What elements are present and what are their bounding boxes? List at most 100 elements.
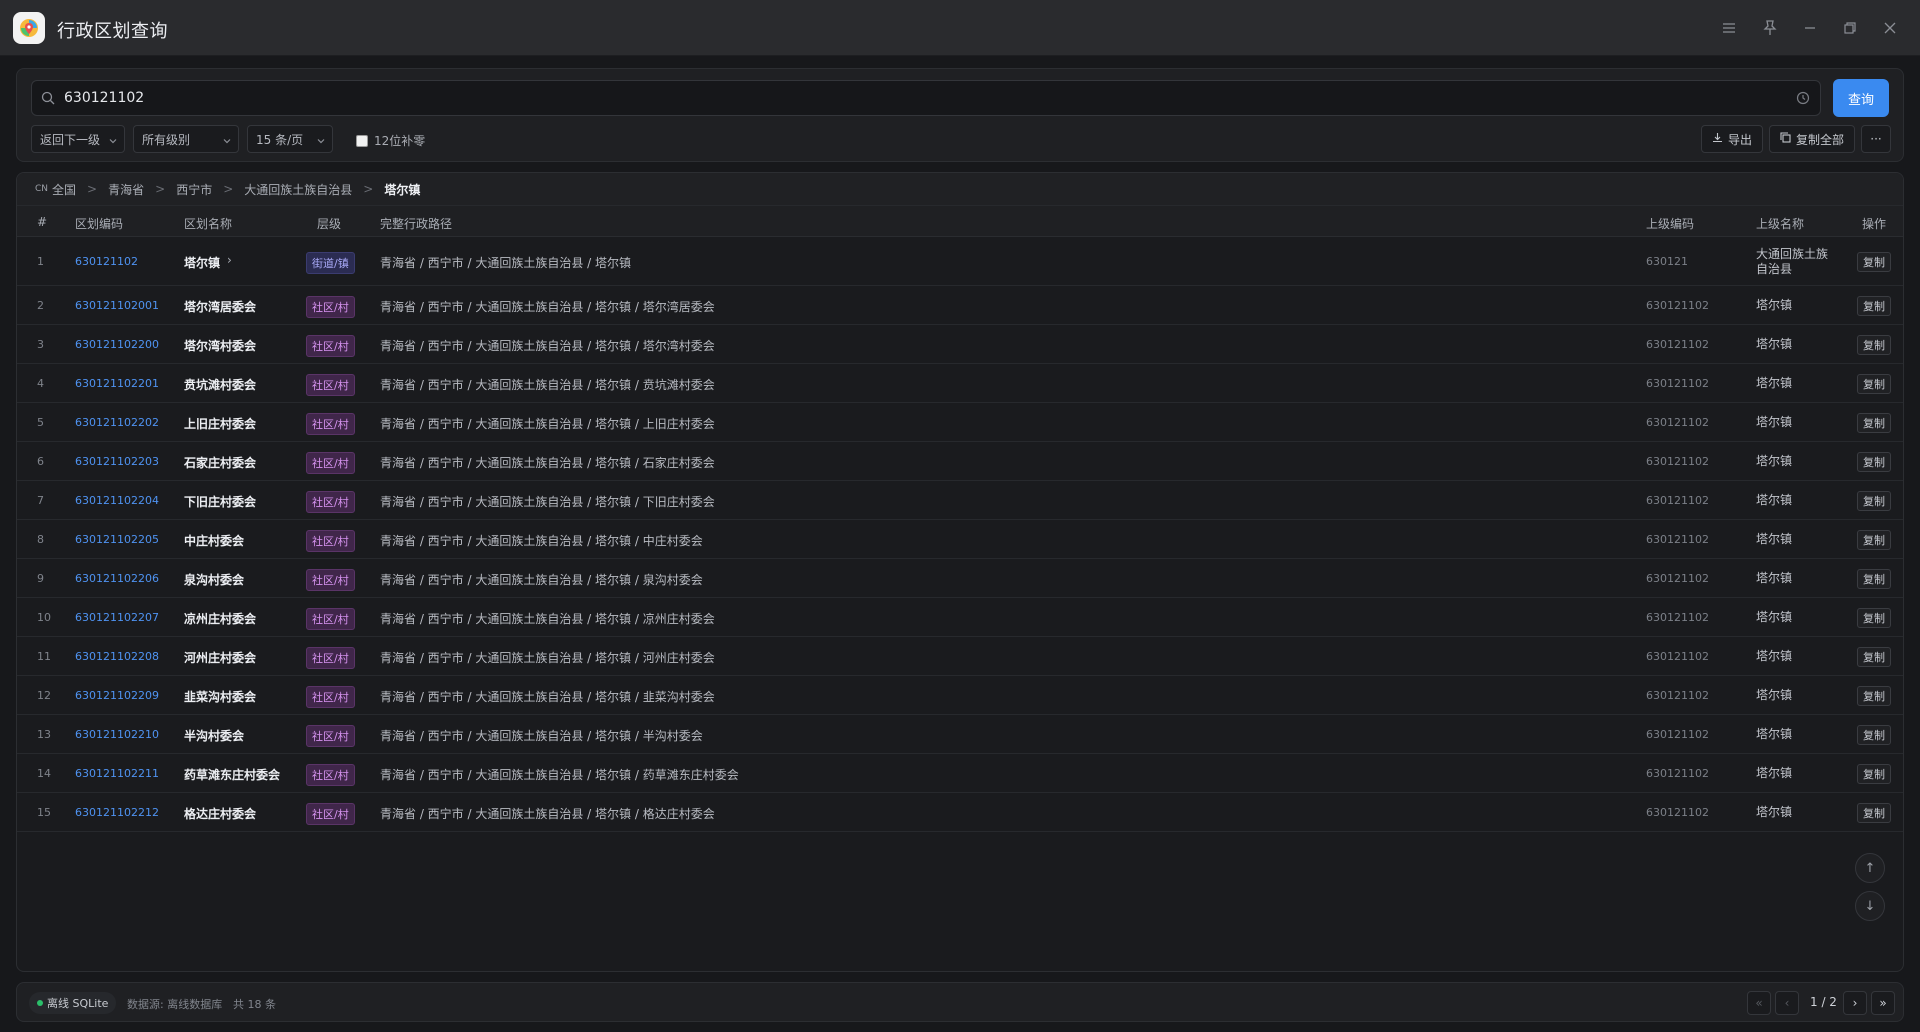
table-row[interactable]: 6 630121102203 石家庄村委会 社区/村 青海省 / 西宁市 / 大通回族土… [17, 442, 1903, 481]
breadcrumb-item-county[interactable]: 大通回族土族自治县 [244, 181, 352, 198]
level-badge: 社区/村 [306, 569, 355, 591]
more-options-button[interactable]: ··· [1861, 125, 1891, 153]
copy-row-button[interactable]: 复制 [1857, 647, 1891, 667]
table-row[interactable]: 2 630121102001 塔尔湾居委会 社区/村 青海省 / 西宁市 / 大通回族土… [17, 286, 1903, 325]
copy-row-button[interactable]: 复制 [1857, 374, 1891, 394]
chevron-right-icon[interactable]: › [227, 253, 232, 267]
search-input[interactable]: 630121102 [31, 80, 1821, 116]
full-path: 青海省 / 西宁市 / 大通回族土族自治县 / 塔尔镇 / 泉沟村委会 [380, 573, 703, 587]
copy-row-button[interactable]: 复制 [1857, 413, 1891, 433]
copy-row-button[interactable]: 复制 [1857, 452, 1891, 472]
breadcrumb-item-current: 塔尔镇 [384, 182, 421, 197]
breadcrumb-separator: > [87, 182, 98, 196]
scroll-top-button[interactable]: ↑ [1855, 853, 1885, 883]
row-index: 3 [37, 338, 44, 351]
chevron-right-icon: › [1852, 996, 1858, 1010]
page-size-select[interactable]: 15 条/页 [247, 125, 333, 153]
table-row[interactable]: 11 630121102208 河州庄村委会 社区/村 青海省 / 西宁市 / 大通回族… [17, 637, 1903, 676]
table-row[interactable]: 4 630121102201 贲坑滩村委会 社区/村 青海省 / 西宁市 / 大通回族土… [17, 364, 1903, 403]
minimize-icon[interactable] [1798, 16, 1822, 40]
history-icon[interactable] [1796, 91, 1810, 108]
parent-name: 大通回族土族自治县 [1756, 247, 1829, 276]
chevron-down-icon [317, 134, 325, 148]
region-code-link[interactable]: 630121102205 [75, 533, 159, 546]
table-row[interactable]: 15 630121102212 格达庄村委会 社区/村 青海省 / 西宁市 / 大通回族… [17, 793, 1903, 832]
copy-row-button[interactable]: 复制 [1857, 725, 1891, 745]
region-code-link[interactable]: 630121102204 [75, 494, 159, 507]
scroll-bottom-button[interactable]: ↓ [1855, 891, 1885, 921]
full-path: 青海省 / 西宁市 / 大通回族土族自治县 / 塔尔镇 / 上旧庄村委会 [380, 417, 715, 431]
table-row[interactable]: 5 630121102202 上旧庄村委会 社区/村 青海省 / 西宁市 / 大通回族土… [17, 403, 1903, 442]
table-row[interactable]: 8 630121102205 中庄村委会 社区/村 青海省 / 西宁市 / 大通回族土族… [17, 520, 1903, 559]
region-code-link[interactable]: 630121102207 [75, 611, 159, 624]
double-chevron-left-icon: « [1755, 996, 1763, 1010]
header-code[interactable]: 区划编码 [75, 215, 123, 232]
header-path: 完整行政路径 [380, 217, 453, 231]
table-row[interactable]: 14 630121102211 药草滩东庄村委会 社区/村 青海省 / 西宁市 / 大通… [17, 754, 1903, 793]
copy-row-button[interactable]: 复制 [1857, 335, 1891, 355]
header-parent-name[interactable]: 上级名称 [1756, 215, 1804, 232]
region-code-link[interactable]: 630121102210 [75, 728, 159, 741]
copy-row-button[interactable]: 复制 [1857, 803, 1891, 823]
region-code-link[interactable]: 630121102201 [75, 377, 159, 390]
copy-row-button[interactable]: 复制 [1857, 686, 1891, 706]
result-count-text: 共 18 条 [233, 998, 276, 1011]
back-level-label: 返回下一级 [40, 132, 101, 147]
level-filter-select[interactable]: 所有级别 [133, 125, 239, 153]
region-name: 药草滩东庄村委会 [184, 768, 281, 782]
region-code-link[interactable]: 630121102203 [75, 455, 159, 468]
copy-row-button[interactable]: 复制 [1857, 530, 1891, 550]
menu-icon[interactable] [1717, 16, 1741, 40]
region-code-link[interactable]: 630121102200 [75, 338, 159, 351]
header-parent-code[interactable]: 上级编码 [1646, 215, 1694, 232]
header-level[interactable]: 层级 [317, 215, 341, 232]
page-indicator: 1 / 2 [1810, 995, 1837, 1009]
breadcrumb-item-province[interactable]: 青海省 [108, 181, 144, 198]
region-code-link[interactable]: 630121102202 [75, 416, 159, 429]
region-code-link[interactable]: 630121102208 [75, 650, 159, 663]
breadcrumb-item-city[interactable]: 西宁市 [176, 181, 212, 198]
copy-row-button[interactable]: 复制 [1857, 764, 1891, 784]
parent-code: 630121102 [1646, 572, 1709, 585]
close-icon[interactable] [1878, 16, 1902, 40]
pad-zero-option[interactable]: 12位补零 [356, 132, 425, 149]
copy-row-button[interactable]: 复制 [1857, 569, 1891, 589]
parent-code: 630121102 [1646, 494, 1709, 507]
region-code-link[interactable]: 630121102209 [75, 689, 159, 702]
copy-all-button[interactable]: 复制全部 [1769, 125, 1855, 153]
region-code-link[interactable]: 630121102212 [75, 806, 159, 819]
row-index: 12 [37, 689, 51, 702]
table-row[interactable]: 9 630121102206 泉沟村委会 社区/村 青海省 / 西宁市 / 大通回族土族… [17, 559, 1903, 598]
search-icon [41, 91, 55, 108]
header-name[interactable]: 区划名称 [184, 215, 232, 232]
export-button[interactable]: 导出 [1701, 125, 1763, 153]
parent-code: 630121102 [1646, 299, 1709, 312]
breadcrumb-item-national[interactable]: 全国 [52, 181, 76, 198]
region-code-link[interactable]: 630121102001 [75, 299, 159, 312]
double-chevron-right-icon: » [1879, 996, 1887, 1010]
table-row[interactable]: 13 630121102210 半沟村委会 社区/村 青海省 / 西宁市 / 大通回族土… [17, 715, 1903, 754]
back-level-select[interactable]: 返回下一级 [31, 125, 125, 153]
copy-row-button[interactable]: 复制 [1857, 608, 1891, 628]
query-button[interactable]: 查询 [1833, 79, 1889, 117]
pad-zero-checkbox[interactable] [356, 134, 368, 147]
region-code-link[interactable]: 630121102211 [75, 767, 159, 780]
copy-row-button[interactable]: 复制 [1857, 491, 1891, 511]
copy-row-button[interactable]: 复制 [1857, 252, 1891, 272]
region-name[interactable]: 塔尔镇 [184, 254, 220, 271]
last-page-button[interactable]: » [1871, 991, 1895, 1015]
row-index: 14 [37, 767, 51, 780]
next-page-button[interactable]: › [1843, 991, 1867, 1015]
table-row[interactable]: 7 630121102204 下旧庄村委会 社区/村 青海省 / 西宁市 / 大通回族土… [17, 481, 1903, 520]
restore-icon[interactable] [1838, 16, 1862, 40]
copy-row-button[interactable]: 复制 [1857, 296, 1891, 316]
table-row[interactable]: 3 630121102200 塔尔湾村委会 社区/村 青海省 / 西宁市 / 大通回族土… [17, 325, 1903, 364]
region-code-link[interactable]: 630121102 [75, 255, 138, 268]
table-row[interactable]: 12 630121102209 韭菜沟村委会 社区/村 青海省 / 西宁市 / 大通回族… [17, 676, 1903, 715]
table-row[interactable]: 10 630121102207 凉州庄村委会 社区/村 青海省 / 西宁市 / 大通回族… [17, 598, 1903, 637]
region-code-link[interactable]: 630121102206 [75, 572, 159, 585]
prev-page-button[interactable]: ‹ [1775, 991, 1799, 1015]
first-page-button[interactable]: « [1747, 991, 1771, 1015]
table-row[interactable]: 1 630121102 塔尔镇 › 街道/镇 青海省 / 西宁市 / 大通回族土族自治县 … [17, 237, 1903, 286]
pin-icon[interactable] [1758, 16, 1782, 40]
